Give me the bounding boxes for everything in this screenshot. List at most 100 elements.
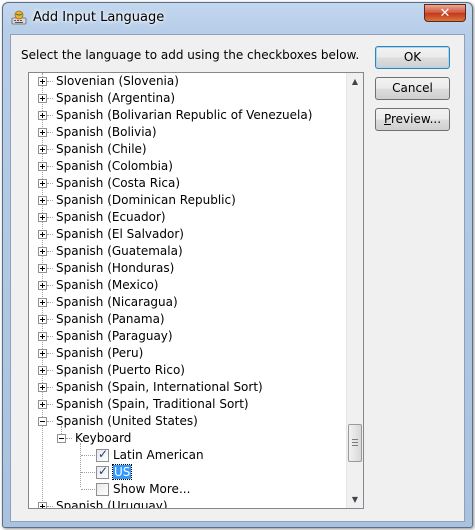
language-item[interactable]: Spanish (El Salvador) (56, 226, 184, 243)
expand-toggle-icon[interactable] (38, 264, 47, 273)
language-tree[interactable]: Slovenian (Slovenia) Spanish (Argentina) S… (28, 72, 364, 509)
close-button[interactable]: ✕ (424, 4, 466, 22)
tree-connector-line (81, 472, 95, 473)
title-bar[interactable]: Add Input Language ✕ (3, 3, 472, 33)
expand-toggle-icon[interactable] (38, 213, 47, 222)
expand-toggle-icon[interactable] (38, 196, 47, 205)
keyboard-layout-item-label: Show More... (113, 482, 191, 496)
language-item-label: Spanish (Chile) (56, 142, 147, 156)
tree-connector-line (47, 81, 53, 82)
expand-toggle-icon[interactable] (38, 366, 47, 375)
language-item[interactable]: Spanish (Dominican Republic) (56, 192, 236, 209)
language-item-label: Spanish (Bolivia) (56, 125, 157, 139)
expand-toggle-icon[interactable] (38, 111, 47, 120)
language-item[interactable]: Spanish (Uruguay) (56, 498, 168, 509)
expand-toggle-icon[interactable] (38, 332, 47, 341)
expand-toggle-icon[interactable] (38, 179, 47, 188)
language-item[interactable]: Spanish (Bolivia) (56, 124, 157, 141)
scroll-thumb[interactable] (348, 423, 362, 462)
expand-toggle-icon[interactable] (38, 77, 47, 86)
language-item-label: Spanish (Honduras) (56, 261, 175, 275)
language-item[interactable]: Spanish (Spain, Traditional Sort) (56, 396, 249, 413)
keyboard-layout-item[interactable]: US (111, 464, 133, 481)
expand-toggle-icon[interactable] (38, 349, 47, 358)
expand-toggle-icon[interactable] (38, 247, 47, 256)
expand-toggle-icon[interactable] (38, 400, 47, 409)
vertical-scrollbar[interactable]: ▲ ▼ (346, 73, 363, 508)
language-item[interactable]: Spanish (Ecuador) (56, 209, 166, 226)
language-item-label: Slovenian (Slovenia) (56, 74, 179, 88)
expand-toggle-icon[interactable] (38, 502, 47, 508)
language-item[interactable]: Spanish (Costa Rica) (56, 175, 180, 192)
tree-connector-line (47, 370, 53, 371)
language-item[interactable]: Spanish (Bolivarian Republic of Venezuel… (56, 107, 312, 124)
cancel-button[interactable]: Cancel (375, 77, 450, 100)
collapse-toggle-icon[interactable] (57, 434, 66, 443)
checkbox-unchecked[interactable] (96, 483, 109, 496)
ok-button[interactable]: OK (375, 46, 450, 69)
language-item-expanded[interactable]: Spanish (United States) (56, 413, 198, 430)
expand-toggle-icon[interactable] (38, 383, 47, 392)
language-item[interactable]: Spanish (Honduras) (56, 260, 174, 277)
tree-connector-line (47, 506, 53, 507)
language-item[interactable]: Spanish (Guatemala) (56, 243, 183, 260)
scroll-down-button[interactable]: ▼ (347, 491, 363, 508)
language-item[interactable]: Spanish (Paraguay) (56, 328, 173, 345)
keyboard-layout-item[interactable]: Show More... (113, 481, 190, 498)
expand-toggle-icon[interactable] (38, 281, 47, 290)
expand-toggle-icon[interactable] (38, 230, 47, 239)
language-item[interactable]: Spanish (Colombia) (56, 158, 173, 175)
language-item[interactable]: Spanish (Argentina) (56, 90, 175, 107)
tree-connector-line (47, 234, 53, 235)
expand-toggle-icon[interactable] (38, 145, 47, 154)
checkbox-checked[interactable] (96, 464, 109, 479)
tree-connector-line (81, 455, 95, 456)
tree-connector-line (47, 132, 53, 133)
tree-connector-line (47, 149, 53, 150)
language-item[interactable]: Spanish (Spain, International Sort) (56, 379, 263, 396)
checkbox-checked[interactable] (96, 447, 109, 462)
close-icon: ✕ (439, 6, 451, 21)
tree-connector-line (47, 336, 53, 337)
language-item[interactable]: Spanish (Mexico) (56, 277, 158, 294)
scroll-up-button[interactable]: ▲ (347, 73, 363, 90)
scroll-up-arrow-icon: ▲ (351, 77, 359, 86)
tree-connector-line (47, 251, 53, 252)
tree-connector-line (47, 98, 53, 99)
preview-button[interactable]: Preview... (375, 108, 450, 131)
language-item-label: Spanish (Panama) (56, 312, 165, 326)
keyboard-globe-icon (11, 10, 27, 25)
tree-connector-line (47, 404, 53, 405)
tree-connector-line (47, 115, 53, 116)
language-item[interactable]: Slovenian (Slovenia) (56, 73, 179, 90)
language-item[interactable]: Spanish (Peru) (56, 345, 143, 362)
tree-connector-line (47, 166, 53, 167)
collapse-toggle-icon[interactable] (38, 417, 47, 426)
language-item-label: Spanish (Colombia) (56, 159, 173, 173)
keyboard-layout-item[interactable]: Latin American (113, 447, 204, 464)
language-item[interactable]: Spanish (Panama) (56, 311, 165, 328)
language-item[interactable]: Spanish (Chile) (56, 141, 147, 158)
language-item-label: Spanish (Argentina) (56, 91, 176, 105)
language-item[interactable]: Spanish (Nicaragua) (56, 294, 178, 311)
language-item-label: Spanish (Ecuador) (56, 210, 166, 224)
keyboard-group[interactable]: Keyboard (75, 430, 131, 447)
tree-connector-line (47, 217, 53, 218)
expand-toggle-icon[interactable] (38, 94, 47, 103)
preview-label-rest: review... (391, 112, 442, 126)
expand-toggle-icon[interactable] (38, 298, 47, 307)
expand-toggle-icon[interactable] (38, 162, 47, 171)
tree-connector-line (47, 421, 53, 422)
window-title: Add Input Language (33, 10, 165, 25)
expand-toggle-icon[interactable] (38, 315, 47, 324)
tree-connector-line (47, 353, 53, 354)
keyboard-layout-item-label: US (111, 464, 133, 480)
language-item-label: Spanish (Uruguay) (56, 499, 168, 509)
expand-toggle-icon[interactable] (38, 128, 47, 137)
add-input-language-dialog: Add Input Language ✕ Select the language… (2, 2, 473, 528)
tree-items: Slovenian (Slovenia) Spanish (Argentina) S… (29, 73, 346, 508)
language-item[interactable]: Spanish (Puerto Rico) (56, 362, 185, 379)
tree-connector-line (47, 387, 53, 388)
tree-connector-line (47, 200, 53, 201)
tree-connector-line (47, 319, 53, 320)
